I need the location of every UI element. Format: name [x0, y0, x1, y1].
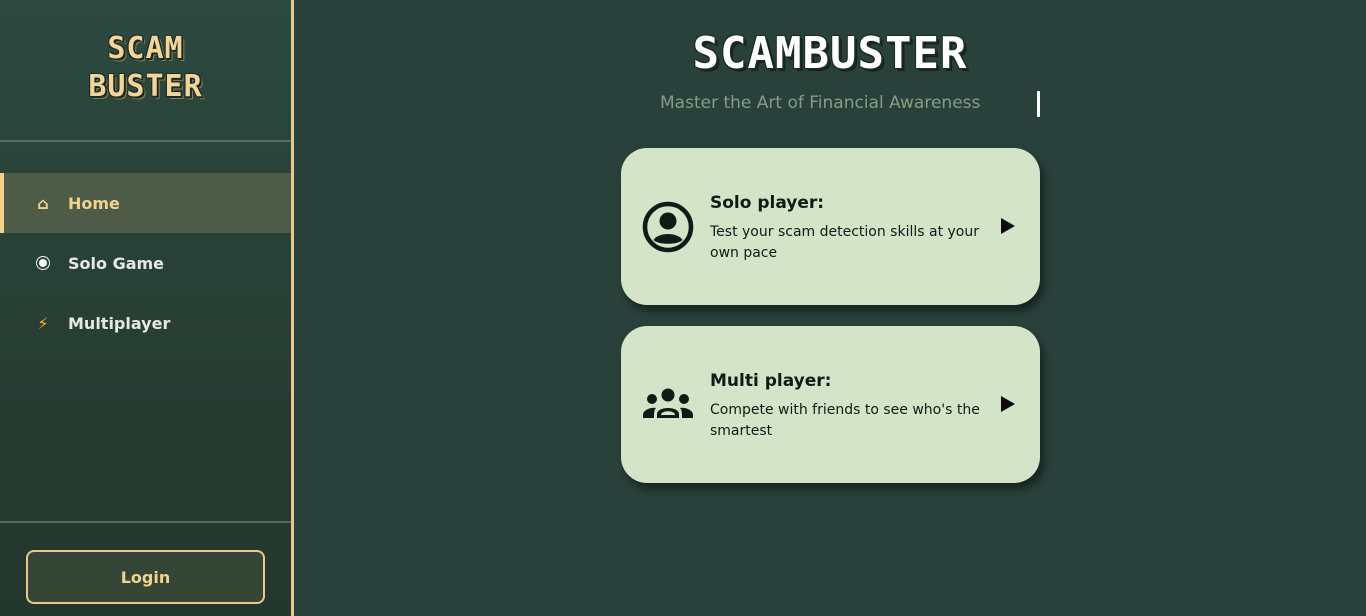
- radio-dot-icon: [32, 257, 54, 269]
- solo-player-card[interactable]: Solo player: Test your scam detection sk…: [621, 148, 1040, 305]
- sidebar-item-multiplayer[interactable]: ⚡ Multiplayer: [0, 293, 291, 353]
- page-title: SCAMBUSTER: [692, 28, 968, 79]
- group-icon: [643, 388, 693, 418]
- sidebar-logo[interactable]: SCAM BUSTER: [0, 30, 291, 106]
- app-root: SCAM BUSTER ⌂ Home Solo Game ⚡ Multiplay…: [0, 0, 1366, 616]
- user-circle-icon: [642, 201, 694, 253]
- sidebar-divider-top: [0, 140, 291, 142]
- sidebar-nav: ⌂ Home Solo Game ⚡ Multiplayer: [0, 173, 291, 353]
- multi-player-card[interactable]: Multi player: Compete with friends to se…: [621, 326, 1040, 483]
- play-arrow-icon[interactable]: [1001, 396, 1015, 412]
- card-description: Test your scam detection skills at your …: [710, 224, 979, 261]
- card-title: Multi player:: [710, 371, 832, 391]
- text-cursor: [1037, 91, 1040, 117]
- card-description: Compete with friends to see who's the sm…: [710, 402, 980, 439]
- sidebar-item-label: Home: [68, 193, 120, 213]
- home-icon: ⌂: [37, 193, 49, 213]
- logo-line-1: SCAM: [107, 31, 184, 66]
- sidebar: SCAM BUSTER ⌂ Home Solo Game ⚡ Multiplay…: [0, 0, 294, 616]
- login-button[interactable]: Login: [26, 550, 265, 604]
- logo-line-2: BUSTER: [88, 69, 203, 104]
- sidebar-item-label: Multiplayer: [68, 313, 171, 333]
- login-button-label: Login: [120, 567, 171, 587]
- sidebar-divider-bottom: [0, 521, 291, 523]
- page-subtitle: Master the Art of Financial Awareness: [660, 93, 981, 113]
- play-arrow-icon[interactable]: [1001, 218, 1015, 234]
- sidebar-item-label: Solo Game: [68, 253, 165, 273]
- sidebar-item-home[interactable]: ⌂ Home: [0, 173, 291, 233]
- card-title: Solo player:: [710, 193, 825, 213]
- sidebar-item-solo-game[interactable]: Solo Game: [0, 233, 291, 293]
- lightning-bolt-icon: ⚡: [37, 313, 49, 333]
